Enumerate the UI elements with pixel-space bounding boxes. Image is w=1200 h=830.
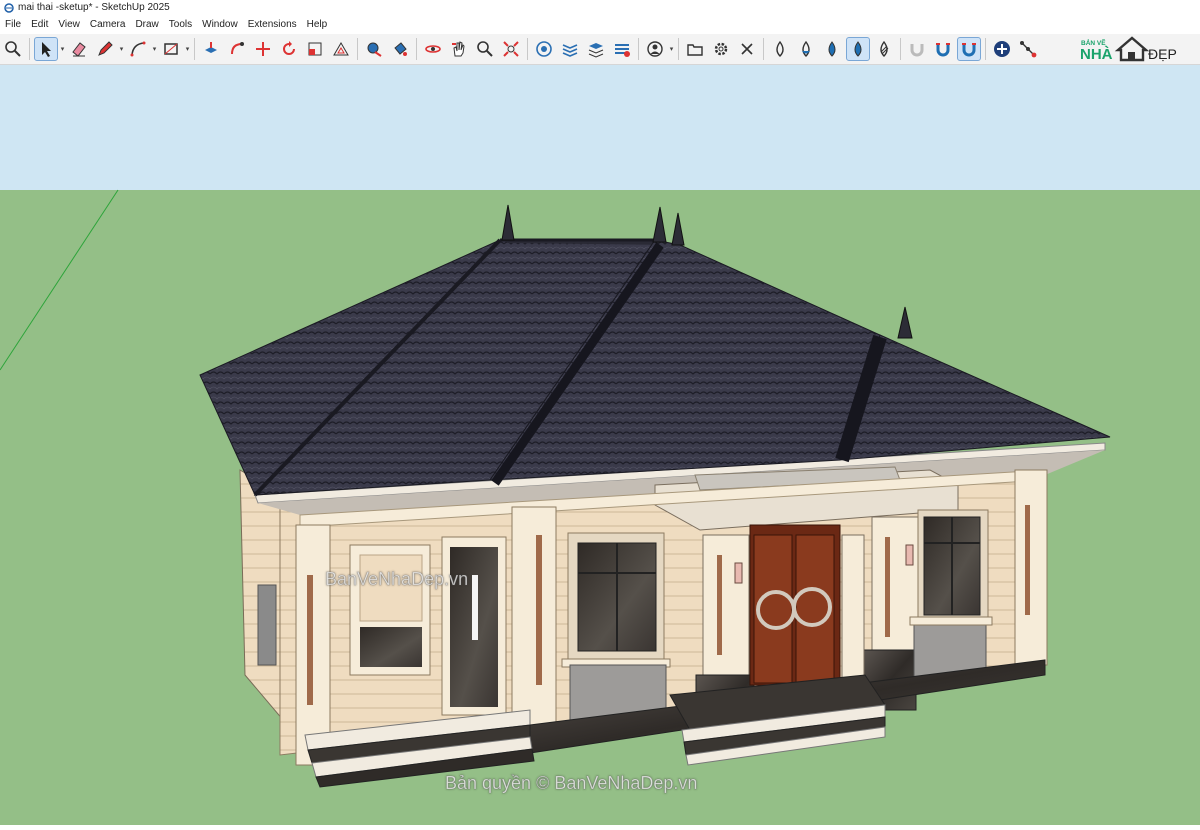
rectangle-dropdown-icon[interactable]: ▾ xyxy=(184,37,191,61)
search-icon[interactable] xyxy=(1,37,25,61)
pencil-icon[interactable] xyxy=(93,37,117,61)
magnet-icon[interactable] xyxy=(931,37,955,61)
porch-column-right xyxy=(871,516,919,658)
magnet-active-icon[interactable] xyxy=(957,37,981,61)
toolbar-separator xyxy=(900,38,901,60)
toolbar-separator xyxy=(357,38,358,60)
toolbar-separator xyxy=(985,38,986,60)
wall-lamp-left xyxy=(734,562,743,584)
house-model-scene[interactable]: BanVeNhaDep.vn Bản quyền © BanVeNhaDep.v… xyxy=(0,65,1200,825)
pillar-3 xyxy=(1014,469,1048,666)
window-title: mai thai -sketup* - SketchUp 2025 xyxy=(18,2,170,13)
svg-text:ĐẸP: ĐẸP xyxy=(1148,46,1177,62)
porch-column-left xyxy=(702,534,750,686)
orbit-icon[interactable] xyxy=(421,37,445,61)
menu-file[interactable]: File xyxy=(0,19,26,30)
watermark-bottom: Bản quyền © BanVeNhaDep.vn xyxy=(445,773,697,793)
arc-icon[interactable] xyxy=(126,37,150,61)
door-sidelight-right xyxy=(841,534,865,681)
move-icon[interactable] xyxy=(251,37,275,61)
menu-draw[interactable]: Draw xyxy=(130,19,163,30)
push-pull-icon[interactable] xyxy=(199,37,223,61)
components-icon[interactable] xyxy=(584,37,608,61)
toolbar-separator xyxy=(29,38,30,60)
wall-lamp-right xyxy=(905,544,914,566)
toolbar-separator xyxy=(763,38,764,60)
toolbar-separator xyxy=(416,38,417,60)
layers-icon[interactable] xyxy=(558,37,582,61)
right-window-sill xyxy=(909,616,993,626)
select-dropdown-icon[interactable]: ▾ xyxy=(59,37,66,61)
water-drop-striped-icon[interactable] xyxy=(872,37,896,61)
menu-extensions[interactable]: Extensions xyxy=(243,19,302,30)
left-door-handle xyxy=(472,575,478,640)
model-viewport[interactable]: BanVeNhaDep.vn Bản quyền © BanVeNhaDep.v… xyxy=(0,65,1200,825)
user-account-icon[interactable] xyxy=(643,37,667,61)
svg-text:NHÀ: NHÀ xyxy=(1080,46,1113,62)
zoom-extents-icon[interactable] xyxy=(499,37,523,61)
pencil-dropdown-icon[interactable]: ▾ xyxy=(118,37,125,61)
site-logo: BẢN VẼ NHÀ ĐẸP xyxy=(1080,36,1190,62)
user-dropdown-icon[interactable]: ▾ xyxy=(668,37,675,61)
water-drop-half-icon[interactable] xyxy=(794,37,818,61)
select-arrow-icon[interactable] xyxy=(34,37,58,61)
menu-bar: File Edit View Camera Draw Tools Window … xyxy=(0,16,1200,33)
water-drop-active-icon[interactable] xyxy=(846,37,870,61)
gear-icon[interactable] xyxy=(709,37,733,61)
folder-icon[interactable] xyxy=(683,37,707,61)
follow-me-icon[interactable] xyxy=(225,37,249,61)
rectangle-icon[interactable] xyxy=(159,37,183,61)
zoom-icon[interactable] xyxy=(473,37,497,61)
pillar-2 xyxy=(511,506,557,726)
menu-view[interactable]: View xyxy=(53,19,85,30)
section-plane-icon[interactable] xyxy=(532,37,556,61)
close-icon[interactable] xyxy=(735,37,759,61)
scale-icon[interactable] xyxy=(303,37,327,61)
arc-dropdown-icon[interactable]: ▾ xyxy=(151,37,158,61)
magnet-disabled-icon[interactable] xyxy=(905,37,929,61)
water-drop-outline-icon[interactable] xyxy=(768,37,792,61)
toolbar-separator xyxy=(678,38,679,60)
watermark-center: BanVeNhaDep.vn xyxy=(325,569,468,589)
pillar-1-accent xyxy=(307,575,313,705)
offset-icon[interactable] xyxy=(329,37,353,61)
path-nodes-icon[interactable] xyxy=(1016,37,1040,61)
pillar-3-accent xyxy=(1025,505,1030,615)
porch-column-right-accent xyxy=(885,537,890,637)
toolbar-separator xyxy=(527,38,528,60)
rotate-icon[interactable] xyxy=(277,37,301,61)
menu-camera[interactable]: Camera xyxy=(85,19,131,30)
tape-measure-icon[interactable] xyxy=(362,37,386,61)
sky xyxy=(0,65,1200,190)
eraser-icon[interactable] xyxy=(67,37,91,61)
water-drop-fill-icon[interactable] xyxy=(820,37,844,61)
banvenhadep-logo: BẢN VẼ NHÀ ĐẸP xyxy=(1080,36,1177,62)
menu-window[interactable]: Window xyxy=(197,19,243,30)
materials-icon[interactable] xyxy=(610,37,634,61)
left-window-glass xyxy=(360,627,422,667)
add-icon[interactable] xyxy=(990,37,1014,61)
menu-tools[interactable]: Tools xyxy=(164,19,197,30)
porch-column-left-accent xyxy=(717,555,722,655)
toolbar-separator xyxy=(194,38,195,60)
main-toolbar: ▾ ▾ ▾ ▾ ▾ xyxy=(0,34,1200,65)
paint-bucket-icon[interactable] xyxy=(388,37,412,61)
menu-edit[interactable]: Edit xyxy=(26,19,53,30)
menu-help[interactable]: Help xyxy=(302,19,333,30)
sketchup-app-icon xyxy=(4,2,14,13)
pillar-2-accent xyxy=(536,535,542,685)
toolbar-separator xyxy=(638,38,639,60)
pan-hand-icon[interactable] xyxy=(447,37,471,61)
side-unit xyxy=(257,584,277,666)
title-bar: mai thai -sketup* - SketchUp 2025 xyxy=(0,0,1200,15)
